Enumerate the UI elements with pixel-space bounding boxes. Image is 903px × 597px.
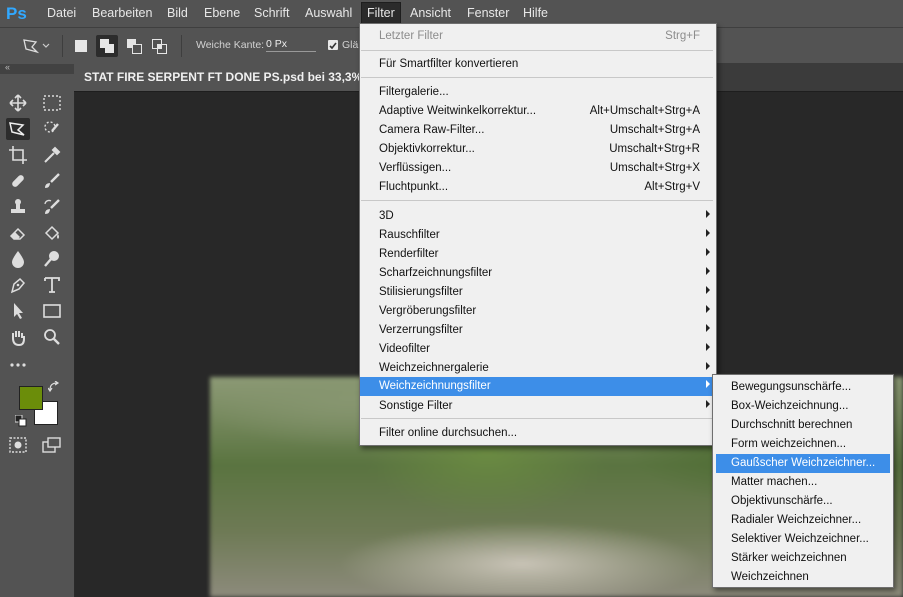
menu-item-blur[interactable]: Weichzeichnungsfilter <box>360 377 716 396</box>
eraser-tool-icon[interactable] <box>6 222 30 244</box>
submenu-arrow-icon <box>706 324 710 332</box>
menu-item-adaptive-wide-angle[interactable]: Adaptive Weitwinkelkorrektur... Alt+Umsch… <box>360 102 716 121</box>
photoshop-logo: Ps <box>6 4 27 23</box>
submenu-item-radial-blur[interactable]: Radialer Weichzeichner... <box>713 511 893 530</box>
antialias-label: Glä <box>342 39 359 51</box>
feather-label: Weiche Kante: <box>196 39 265 51</box>
healing-brush-tool-icon[interactable] <box>6 170 30 192</box>
menu-item-filter-gallery[interactable]: Filtergalerie... <box>360 83 716 102</box>
foreground-color-swatch[interactable] <box>19 386 43 410</box>
paint-bucket-tool-icon[interactable] <box>40 222 64 244</box>
feather-input[interactable]: 0 Px <box>266 38 316 52</box>
menu-item-blur-gallery[interactable]: Weichzeichnergalerie <box>360 359 716 378</box>
menu-schrift[interactable]: Schrift <box>254 6 289 20</box>
menu-item-stylize[interactable]: Stilisierungsfilter <box>360 283 716 302</box>
quick-mask-icon[interactable] <box>6 434 30 456</box>
menu-bearbeiten[interactable]: Bearbeiten <box>92 6 152 20</box>
submenu-arrow-icon <box>706 286 710 294</box>
menu-item-video[interactable]: Videofilter <box>360 340 716 359</box>
submenu-item-lens-blur[interactable]: Objektivunschärfe... <box>713 492 893 511</box>
history-brush-tool-icon[interactable] <box>40 196 64 218</box>
blur-submenu: Bewegungsunschärfe... Box-Weichzeichnung… <box>712 374 894 588</box>
submenu-arrow-icon <box>706 343 710 351</box>
marquee-tool-icon[interactable] <box>40 92 64 114</box>
swap-colors-icon[interactable] <box>47 380 60 396</box>
menu-ansicht[interactable]: Ansicht <box>410 6 451 20</box>
zoom-tool-icon[interactable] <box>40 326 64 348</box>
menu-auswahl[interactable]: Auswahl <box>305 6 352 20</box>
intersect-selection-icon[interactable] <box>152 39 167 54</box>
submenu-arrow-icon <box>706 267 710 275</box>
screen-mode-icon[interactable] <box>40 434 64 456</box>
menu-item-convert-smart-filter[interactable]: Für Smartfilter konvertieren <box>360 55 716 74</box>
path-selection-tool-icon[interactable] <box>6 300 30 322</box>
menu-item-browse-filters-online[interactable]: Filter online durchsuchen... <box>360 424 716 443</box>
menu-item-lens-correction[interactable]: Objektivkorrektur... Umschalt+Strg+R <box>360 140 716 159</box>
eyedropper-tool-icon[interactable] <box>40 144 64 166</box>
rectangle-tool-icon[interactable] <box>40 300 64 322</box>
menu-ebene[interactable]: Ebene <box>204 6 240 20</box>
submenu-item-motion-blur[interactable]: Bewegungsunschärfe... <box>713 378 893 397</box>
submenu-arrow-icon <box>706 305 710 313</box>
submenu-item-shape-blur[interactable]: Form weichzeichnen... <box>713 435 893 454</box>
crop-tool-icon[interactable] <box>6 144 30 166</box>
submenu-item-box-blur[interactable]: Box-Weichzeichnung... <box>713 397 893 416</box>
submenu-arrow-icon <box>706 248 710 256</box>
menu-datei[interactable]: Datei <box>47 6 76 20</box>
pen-tool-icon[interactable] <box>6 274 30 296</box>
blur-tool-icon[interactable] <box>6 248 30 270</box>
submenu-item-average[interactable]: Durchschnitt berechnen <box>713 416 893 435</box>
submenu-arrow-icon <box>706 380 710 388</box>
dodge-tool-icon[interactable] <box>40 248 64 270</box>
menu-item-distort[interactable]: Verzerrungsfilter <box>360 321 716 340</box>
menu-item-last-filter: Letzter Filter Strg+F <box>379 30 700 42</box>
subtract-from-selection-icon[interactable] <box>127 39 142 54</box>
menu-filter[interactable]: Filter <box>361 2 401 24</box>
lasso-tool-preset-icon[interactable] <box>22 37 50 58</box>
menu-item-sharpen[interactable]: Scharfzeichnungsfilter <box>360 264 716 283</box>
quick-selection-tool-icon[interactable] <box>40 118 64 140</box>
collapse-icon[interactable]: « <box>5 62 10 72</box>
submenu-arrow-icon <box>706 229 710 237</box>
submenu-item-blur[interactable]: Weichzeichnen <box>713 568 893 587</box>
tools-panel <box>0 74 75 597</box>
submenu-arrow-icon <box>706 362 710 370</box>
menu-hilfe[interactable]: Hilfe <box>523 6 548 20</box>
menu-bild[interactable]: Bild <box>167 6 188 20</box>
menu-item-other[interactable]: Sonstige Filter <box>360 397 716 416</box>
submenu-item-smart-blur[interactable]: Selektiver Weichzeichner... <box>713 530 893 549</box>
filter-menu: Letzter Filter Strg+F Für Smartfilter kon… <box>359 23 717 446</box>
submenu-arrow-icon <box>706 400 710 408</box>
add-to-selection-icon[interactable] <box>96 35 118 57</box>
menu-item-liquify[interactable]: Verflüssigen... Umschalt+Strg+X <box>360 159 716 178</box>
hand-tool-icon[interactable] <box>6 326 30 348</box>
menu-item-camera-raw[interactable]: Camera Raw-Filter... Umschalt+Strg+A <box>360 121 716 140</box>
menu-item-noise[interactable]: Rauschfilter <box>360 226 716 245</box>
menu-fenster[interactable]: Fenster <box>467 6 509 20</box>
menu-item-render[interactable]: Renderfilter <box>360 245 716 264</box>
submenu-item-blur-more[interactable]: Stärker weichzeichnen <box>713 549 893 568</box>
default-colors-icon[interactable] <box>14 414 27 430</box>
clone-stamp-tool-icon[interactable] <box>6 196 30 218</box>
polygonal-lasso-tool-icon[interactable] <box>6 118 30 140</box>
menu-item-3d[interactable]: 3D <box>360 207 716 226</box>
brush-tool-icon[interactable] <box>40 170 64 192</box>
submenu-item-gaussian-blur[interactable]: Gaußscher Weichzeichner... <box>716 454 890 473</box>
antialias-checkbox[interactable] <box>328 40 338 50</box>
submenu-item-surface-blur[interactable]: Matter machen... <box>713 473 893 492</box>
move-tool-icon[interactable] <box>6 92 30 114</box>
more-tools-icon[interactable] <box>6 354 30 376</box>
toolbar-header[interactable]: « <box>0 62 74 74</box>
submenu-arrow-icon <box>706 210 710 218</box>
menu-item-vanishing-point[interactable]: Fluchtpunkt... Alt+Strg+V <box>360 178 716 197</box>
new-selection-icon[interactable] <box>75 40 87 52</box>
type-tool-icon[interactable] <box>40 274 64 296</box>
menu-item-pixelate[interactable]: Vergröberungsfilter <box>360 302 716 321</box>
